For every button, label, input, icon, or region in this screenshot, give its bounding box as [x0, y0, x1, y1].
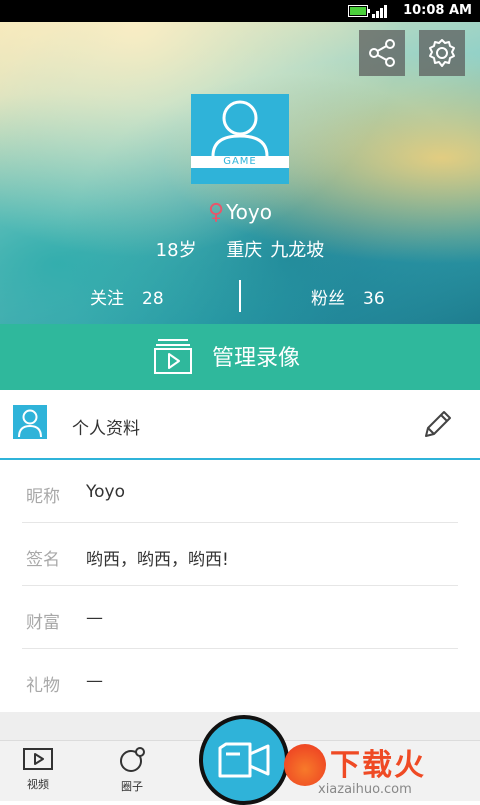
- user-avatar-icon: [211, 100, 269, 156]
- fans-stat[interactable]: 粉丝 36: [311, 284, 385, 309]
- field-label: 签名: [26, 550, 60, 570]
- female-icon: ♀: [208, 200, 225, 225]
- nav-video-tab[interactable]: 视频: [8, 747, 68, 792]
- info-row: 18岁 重庆 九龙坡: [0, 236, 480, 262]
- watermark-brand: 下载火: [330, 748, 426, 783]
- avatar-badge-text: GAME: [223, 156, 257, 167]
- field-value: —: [86, 608, 103, 628]
- name-row: ♀ Yoyo: [0, 200, 480, 225]
- field-value: 哟西，哟西，哟西!: [86, 550, 229, 570]
- watermark-logo: [284, 744, 326, 786]
- profile-section-title: 个人资料: [72, 419, 140, 439]
- pencil-icon: [425, 411, 451, 437]
- field-value: —: [86, 671, 103, 691]
- city: 重庆: [226, 240, 263, 261]
- edit-profile-button[interactable]: [422, 408, 454, 444]
- settings-button[interactable]: [419, 30, 465, 76]
- district: 九龙坡: [270, 240, 325, 261]
- video-list-icon: [154, 339, 192, 374]
- following-count: 28: [142, 289, 164, 309]
- nav-circle-tab[interactable]: 圈子: [102, 747, 162, 794]
- status-time: 10:08 AM: [403, 3, 472, 18]
- watermark-site: xiazaihuo.com: [318, 782, 412, 797]
- follow-stats: 关注 28 粉丝 36: [0, 280, 480, 314]
- username: Yoyo: [226, 200, 272, 224]
- record-button[interactable]: [199, 715, 289, 805]
- share-icon: [369, 39, 395, 67]
- profile-row-gifts: 礼物 —: [0, 649, 480, 712]
- fans-label: 粉丝: [311, 289, 345, 309]
- fans-count: 36: [363, 289, 385, 309]
- status-bar: 10:08 AM: [0, 0, 480, 22]
- following-stat[interactable]: 关注 28: [90, 284, 164, 309]
- watermark: 下载火 xiazaihuo.com: [278, 738, 478, 800]
- nav-video-label: 视频: [27, 778, 49, 791]
- profile-header: GAME ♀ Yoyo 18岁 重庆 九龙坡 关注 28 粉丝 36: [0, 22, 480, 324]
- profile-section-header: 个人资料: [0, 390, 480, 460]
- stats-divider: [239, 280, 241, 312]
- field-label: 礼物: [26, 676, 60, 696]
- battery-icon: [348, 5, 370, 17]
- profile-row-wealth: 财富 —: [0, 586, 480, 649]
- age: 18岁: [155, 240, 197, 261]
- field-label: 昵称: [26, 487, 60, 507]
- profile-row-signature: 签名 哟西，哟西，哟西!: [0, 523, 480, 586]
- user-icon: [18, 409, 42, 438]
- profile-details: 昵称 Yoyo 签名 哟西，哟西，哟西! 财富 — 礼物 —: [0, 460, 480, 712]
- gear-icon: [429, 39, 455, 67]
- camera-icon: [218, 742, 270, 778]
- field-label: 财富: [26, 613, 60, 633]
- signal-icon: [372, 5, 387, 18]
- share-button[interactable]: [359, 30, 405, 76]
- manage-recordings-button[interactable]: 管理录像: [0, 324, 480, 390]
- avatar[interactable]: GAME: [191, 94, 289, 184]
- manage-recordings-label: 管理录像: [212, 346, 301, 371]
- following-label: 关注: [90, 289, 124, 309]
- profile-row-nickname: 昵称 Yoyo: [0, 460, 480, 523]
- profile-section-avatar: [13, 405, 47, 439]
- video-icon: [23, 748, 53, 770]
- nav-circle-label: 圈子: [121, 780, 143, 793]
- field-value: Yoyo: [86, 482, 125, 502]
- circle-icon: [120, 747, 145, 772]
